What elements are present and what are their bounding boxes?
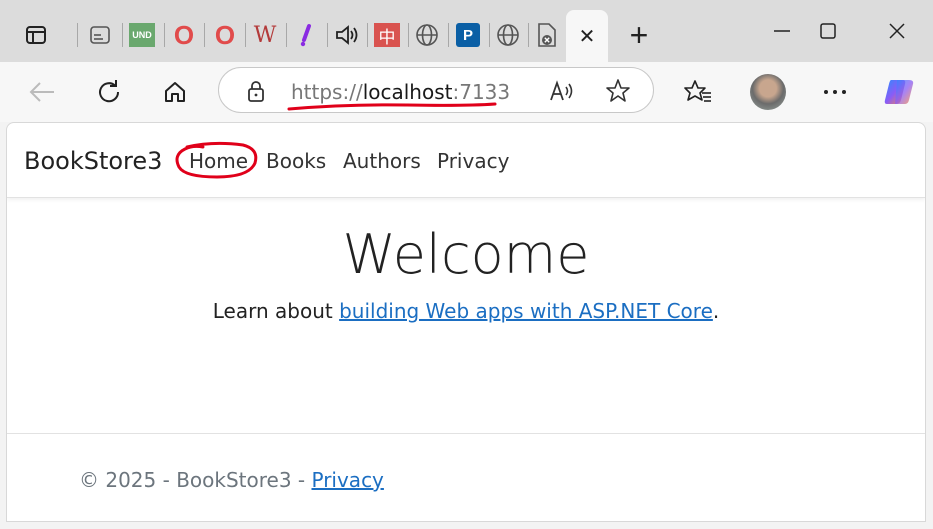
tab-separator (204, 23, 205, 47)
footer-copyright: © 2025 - BookStore3 - (79, 468, 312, 492)
red-underline-annotation (287, 102, 497, 111)
tab-separator (77, 23, 78, 47)
site-footer: © 2025 - BookStore3 - Privacy (7, 433, 925, 521)
speaker-icon[interactable] (333, 20, 361, 50)
home-icon[interactable] (158, 76, 192, 108)
tab-separator (286, 23, 287, 47)
page-icon[interactable] (86, 20, 114, 50)
nav-link-privacy[interactable]: Privacy (437, 149, 509, 173)
site-brand[interactable]: BookStore3 (24, 147, 162, 175)
footer-privacy-link[interactable]: Privacy (311, 468, 383, 492)
favorites-icon[interactable] (681, 76, 715, 108)
globe-icon[interactable] (413, 20, 441, 50)
active-tab[interactable]: ✕ (566, 10, 608, 62)
nav-link-authors[interactable]: Authors (343, 149, 421, 173)
tab-separator (164, 23, 165, 47)
lead-prefix: Learn about (212, 299, 340, 323)
page-title: Welcome (342, 223, 590, 286)
red-circle-annotation (175, 141, 258, 179)
address-bar[interactable]: https://localhost:7133 (218, 67, 654, 113)
read-aloud-icon[interactable] (549, 79, 575, 108)
tab-separator (245, 23, 246, 47)
opera-icon[interactable]: O (211, 20, 239, 50)
tab-bar: UND O O W 中 P ✕ + (0, 0, 933, 62)
close-tab-icon[interactable]: ✕ (579, 24, 596, 49)
favorite-star-icon[interactable] (605, 78, 631, 109)
tab-separator (122, 23, 123, 47)
p-favicon[interactable]: P (454, 20, 482, 50)
profile-avatar[interactable] (749, 73, 787, 111)
w-favicon[interactable]: W (251, 20, 279, 50)
tab-separator (528, 23, 529, 47)
close-window-icon[interactable] (881, 18, 913, 44)
back-icon[interactable] (25, 76, 59, 108)
tab-separator (448, 23, 449, 47)
lead-suffix: . (712, 299, 720, 323)
opera-icon[interactable]: O (170, 20, 198, 50)
und-favicon[interactable]: UND (128, 20, 156, 50)
site-navbar: BookStore3 Home Books Authors Privacy (7, 123, 925, 198)
copilot-icon[interactable] (882, 76, 916, 108)
browser-toolbar: https://localhost:7133 (0, 62, 933, 122)
page-viewport: BookStore3 Home Books Authors Privacy We… (6, 122, 926, 522)
zh-favicon[interactable]: 中 (373, 20, 401, 50)
tab-separator (327, 23, 328, 47)
refresh-icon[interactable] (92, 76, 126, 108)
p-favicon-label: P (456, 23, 480, 47)
w-favicon-glyph: W (253, 22, 277, 48)
opera-icon-glyph: O (214, 19, 236, 50)
error-page-icon[interactable] (533, 20, 561, 50)
maximize-icon[interactable] (812, 18, 844, 44)
lock-icon[interactable] (245, 79, 267, 108)
zh-favicon-label: 中 (374, 23, 400, 47)
nav-link-books[interactable]: Books (266, 149, 326, 173)
new-tab-button[interactable]: + (625, 17, 653, 53)
und-favicon-label: UND (129, 23, 155, 47)
opera-icon-glyph: O (173, 19, 195, 50)
more-menu-icon[interactable] (818, 76, 852, 108)
footer-text: © 2025 - BookStore3 - Privacy (79, 468, 384, 492)
tab-separator (367, 23, 368, 47)
tab-separator (489, 23, 490, 47)
globe-icon[interactable] (494, 20, 522, 50)
slash-favicon[interactable] (292, 20, 320, 50)
aspnet-docs-link[interactable]: building Web apps with ASP.NET Core (339, 299, 713, 323)
lead-text: Learn about building Web apps with ASP.N… (7, 299, 925, 323)
tab-separator (408, 23, 409, 47)
minimize-icon[interactable] (766, 18, 798, 44)
sidebar-icon[interactable] (22, 20, 50, 50)
